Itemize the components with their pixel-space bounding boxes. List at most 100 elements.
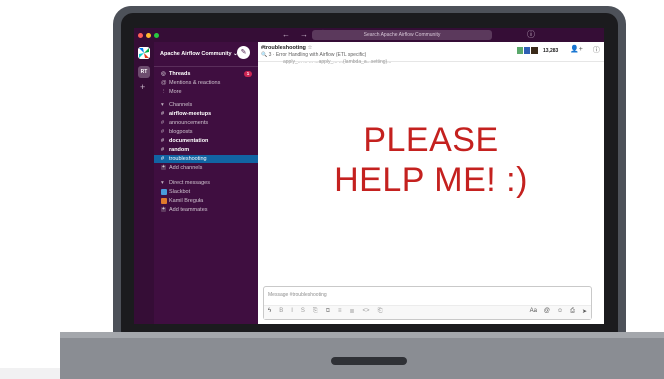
- sidebar-item-mentions[interactable]: @ Mentions & reactions: [154, 79, 258, 87]
- quote-icon[interactable]: ⎗: [378, 308, 383, 315]
- workspace-rail: RT +: [134, 42, 154, 324]
- sidebar-item-dm[interactable]: Slackbot: [154, 188, 258, 196]
- add-workspace-icon[interactable]: +: [140, 82, 145, 92]
- composer-actions: Aa @ ☺ ⎙ ➤: [530, 308, 587, 315]
- laptop-scene: ← → 🕘 Search Apache Airflow Community ⓘ …: [0, 0, 664, 379]
- sidebar-item-channel-active[interactable]: # troubleshooting: [154, 155, 258, 163]
- channel-header-actions: 👤+ ⓘ: [570, 45, 600, 55]
- plus-icon: +: [161, 206, 166, 213]
- more-icon: ⋮: [161, 89, 167, 95]
- scrolled-message-fragment: apply_... ... ... ...apply_... ...(lambd…: [283, 59, 392, 65]
- sidebar-item-label: Threads: [169, 71, 191, 77]
- emoji-icon[interactable]: ☺: [557, 308, 563, 315]
- sidebar-item-channel[interactable]: # airflow-meetups: [154, 110, 258, 118]
- add-teammates-label: Add teammates: [169, 207, 208, 213]
- plus-icon: +: [161, 164, 166, 171]
- hash-icon: #: [161, 147, 165, 153]
- workspace-rt-button[interactable]: RT: [138, 66, 150, 78]
- member-list-button[interactable]: 13,283: [516, 46, 558, 55]
- help-icon[interactable]: ⓘ: [527, 29, 535, 41]
- channel-label: announcements: [169, 120, 209, 126]
- channel-label: documentation: [169, 138, 209, 144]
- formatting-tools: ϟ B I S ⎘ ⧉ ≡ ≣ <> ⎗: [268, 308, 382, 315]
- slackbot-avatar: [161, 188, 167, 195]
- hash-icon: #: [161, 138, 165, 144]
- attach-icon[interactable]: ⎙: [570, 308, 575, 315]
- channel-topic[interactable]: 🔍 3 · Error Handling with Airflow (ETL s…: [261, 52, 366, 58]
- italic-icon[interactable]: I: [291, 308, 293, 315]
- help-message-line: PLEASE: [363, 121, 499, 159]
- add-people-icon[interactable]: 👤+: [570, 45, 583, 55]
- sidebar-item-label: Mentions & reactions: [169, 80, 221, 86]
- sidebar-item-channel[interactable]: # announcements: [154, 119, 258, 127]
- sidebar-item-threads[interactable]: ◎ Threads 1: [154, 70, 258, 78]
- channel-label: airflow-meetups: [169, 111, 212, 117]
- forward-arrow-icon[interactable]: →: [300, 29, 308, 41]
- back-arrow-icon[interactable]: ←: [282, 29, 290, 41]
- help-message-line: HELP ME! :): [334, 161, 528, 199]
- channel-title[interactable]: #troubleshooting ☆: [261, 45, 312, 51]
- channel-view: #troubleshooting ☆ 🔍 3 · Error Handling …: [258, 42, 604, 324]
- code-icon[interactable]: ⧉: [326, 308, 330, 315]
- caret-down-icon: ▾: [161, 102, 164, 108]
- sidebar-item-dm[interactable]: Kamil Breguła: [154, 197, 258, 205]
- sidebar-item-channel[interactable]: # random: [154, 146, 258, 154]
- sidebar-item-channel[interactable]: # blogposts: [154, 128, 258, 136]
- hash-icon: #: [161, 156, 165, 162]
- caret-down-icon: ▾: [161, 180, 164, 186]
- sidebar-item-label: More: [169, 89, 182, 95]
- hash-icon: #: [161, 129, 165, 135]
- dm-label: Slackbot: [169, 189, 191, 195]
- mention-icon[interactable]: @: [544, 308, 550, 315]
- composer-toolbar: ϟ B I S ⎘ ⧉ ≡ ≣ <> ⎗ Aa @ ☺ ⎙ ➤: [264, 305, 591, 319]
- slack-window: ← → 🕘 Search Apache Airflow Community ⓘ …: [134, 28, 604, 324]
- channel-label: random: [169, 147, 190, 153]
- ordered-list-icon[interactable]: ≡: [338, 308, 342, 315]
- shortcuts-icon[interactable]: ϟ: [268, 308, 271, 315]
- channel-label: blogposts: [169, 129, 193, 135]
- airflow-logo-icon: [138, 47, 150, 59]
- channel-label: troubleshooting: [169, 156, 207, 162]
- search-input[interactable]: Search Apache Airflow Community: [312, 30, 492, 40]
- channels-section-header[interactable]: ▾ Channels: [154, 101, 258, 109]
- strikethrough-icon[interactable]: S: [301, 308, 305, 315]
- title-bar: ← → 🕘 Search Apache Airflow Community ⓘ: [134, 28, 604, 42]
- add-teammates-button[interactable]: + Add teammates: [154, 206, 258, 214]
- sidebar-divider: [154, 66, 258, 67]
- bulleted-list-icon[interactable]: ≣: [350, 308, 355, 315]
- member-avatar: [530, 46, 539, 55]
- channel-details-icon[interactable]: ⓘ: [593, 45, 600, 55]
- sidebar: Apache Airflow Community ⌄ ✎ ◎ Threads 1 …: [154, 42, 258, 324]
- dm-label: Kamil Breguła: [169, 198, 204, 204]
- window-controls: [138, 32, 159, 38]
- laptop-base-edge: [60, 332, 664, 338]
- hash-icon: #: [161, 120, 165, 126]
- help-message: PLEASE HELP ME! :): [258, 120, 604, 200]
- message-input[interactable]: [268, 290, 568, 300]
- dm-header-label: Direct messages: [169, 180, 210, 186]
- add-channels-label: Add channels: [169, 165, 203, 171]
- minimize-window-button[interactable]: [146, 32, 151, 38]
- add-channels-button[interactable]: + Add channels: [154, 164, 258, 172]
- message-composer: ϟ B I S ⎘ ⧉ ≡ ≣ <> ⎗ Aa @ ☺: [263, 286, 592, 320]
- link-icon[interactable]: ⎘: [313, 308, 318, 315]
- star-icon[interactable]: ☆: [307, 45, 312, 51]
- threads-badge: 1: [244, 71, 252, 77]
- close-window-button[interactable]: [138, 32, 143, 38]
- mention-icon: @: [161, 80, 167, 86]
- user-avatar: [161, 197, 167, 204]
- compose-icon[interactable]: ✎: [237, 46, 250, 59]
- text-format-icon[interactable]: Aa: [530, 308, 537, 315]
- sidebar-item-more[interactable]: ⋮ More: [154, 88, 258, 96]
- maximize-window-button[interactable]: [154, 32, 159, 38]
- hash-icon: #: [161, 111, 165, 117]
- airflow-workspace-icon[interactable]: [138, 47, 150, 59]
- laptop-notch: [331, 357, 407, 365]
- sidebar-item-channel[interactable]: # documentation: [154, 137, 258, 145]
- send-icon[interactable]: ➤: [582, 308, 587, 315]
- bold-icon[interactable]: B: [279, 308, 283, 315]
- member-count: 13,283: [543, 47, 559, 54]
- dm-section-header[interactable]: ▾ Direct messages: [154, 179, 258, 187]
- channels-header-label: Channels: [169, 102, 193, 108]
- code-block-icon[interactable]: <>: [363, 308, 370, 315]
